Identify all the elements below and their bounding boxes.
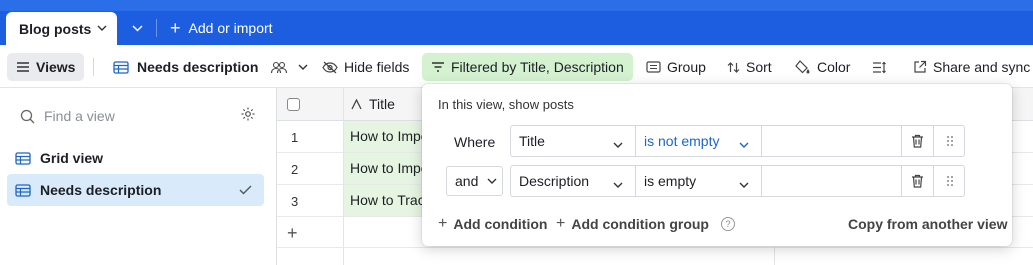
share-label: Share and sync: [933, 59, 1031, 75]
row-number: 3: [291, 194, 299, 209]
plus-icon: +: [556, 215, 566, 232]
table-tab-bar: Blog posts + Add or import: [0, 0, 1033, 45]
hide-fields-button[interactable]: Hide fields: [322, 53, 409, 81]
tab-label: Blog posts: [19, 20, 92, 37]
collaborators-icon: [270, 61, 288, 74]
field-value: Title: [519, 133, 545, 149]
find-view-placeholder: Find a view: [44, 108, 115, 124]
paint-bucket-icon: [795, 60, 811, 74]
chevron-down-icon: [298, 64, 308, 70]
current-view-button[interactable]: Needs description: [113, 53, 308, 81]
views-toggle-button[interactable]: Views: [7, 53, 85, 81]
find-view-search[interactable]: Find a view: [20, 106, 256, 126]
checkmark-icon: [239, 182, 252, 198]
hamburger-icon: [16, 61, 30, 73]
copy-from-label: Copy from another view: [848, 216, 1008, 232]
trash-icon[interactable]: [902, 166, 934, 196]
operator-value: is empty: [644, 173, 697, 189]
filter-icon: [431, 61, 445, 73]
filter-popover: In this view, show posts Where Title is …: [422, 84, 1012, 246]
current-view-label: Needs description: [137, 59, 259, 75]
field-select[interactable]: Description: [511, 166, 636, 196]
eye-slash-icon: [322, 61, 338, 74]
add-or-import-button[interactable]: + Add or import: [170, 16, 273, 40]
chevron-down-icon: [613, 175, 623, 191]
sort-label: Sort: [746, 59, 772, 75]
operator-select[interactable]: is not empty: [636, 126, 762, 156]
sidebar-item-grid-view[interactable]: Grid view: [7, 142, 264, 174]
text-field-icon: [351, 98, 362, 110]
view-toolbar: Views Needs description Hide fields Filt…: [0, 45, 1033, 88]
copy-from-another-view-button[interactable]: Copy from another view: [848, 214, 1007, 234]
where-label: Where: [454, 134, 496, 150]
drag-handle-icon[interactable]: [934, 126, 965, 156]
views-label: Views: [36, 59, 76, 75]
field-value: Description: [519, 173, 590, 189]
filter-label: Filtered by Title, Description: [451, 59, 624, 75]
divider: [156, 19, 157, 37]
add-condition-button[interactable]: + Add condition: [438, 214, 547, 234]
trash-icon[interactable]: [902, 126, 934, 156]
filter-condition-row: Title is not empty: [510, 125, 965, 157]
group-button[interactable]: Group: [646, 53, 706, 81]
group-label: Group: [667, 59, 706, 75]
conjunction-select[interactable]: and: [446, 166, 503, 196]
sidebar-item-needs-description[interactable]: Needs description: [7, 174, 264, 206]
row-number: 1: [291, 130, 299, 145]
column-header-label: Title: [369, 96, 395, 112]
search-icon: [20, 109, 35, 124]
color-label: Color: [817, 59, 851, 75]
chevron-down-icon: [739, 175, 749, 191]
tab-blog-posts[interactable]: Blog posts: [6, 12, 117, 45]
row-height-icon: [872, 61, 887, 74]
field-select[interactable]: Title: [511, 126, 636, 156]
add-import-label: Add or import: [188, 20, 273, 36]
add-record-button[interactable]: +: [287, 223, 298, 244]
plus-icon: +: [170, 18, 181, 38]
chevron-down-icon: [613, 135, 623, 151]
group-icon: [646, 61, 661, 73]
filter-heading: In this view, show posts: [438, 97, 574, 112]
chevron-down-icon: [739, 135, 749, 151]
chevron-down-icon[interactable]: [97, 23, 107, 34]
column-header-title[interactable]: Title: [351, 96, 395, 112]
operator-value: is not empty: [644, 133, 720, 149]
sort-icon: [727, 61, 740, 74]
operator-select[interactable]: is empty: [636, 166, 762, 196]
add-condition-group-button[interactable]: + Add condition group ?: [556, 214, 735, 234]
grid-view-icon: [15, 151, 31, 165]
add-condition-group-label: Add condition group: [571, 216, 709, 232]
share-icon: [913, 60, 927, 74]
help-icon[interactable]: ?: [720, 217, 735, 231]
value-input[interactable]: [762, 126, 902, 156]
filter-condition-row: Description is empty: [510, 165, 965, 197]
add-condition-label: Add condition: [453, 216, 548, 232]
views-sidebar: Find a view Grid view Needs description: [0, 88, 277, 265]
all-tables-chevron-icon[interactable]: [124, 16, 150, 40]
drag-handle-icon[interactable]: [934, 166, 965, 196]
chevron-down-icon: [487, 178, 497, 184]
share-and-sync-button[interactable]: Share and sync: [913, 53, 1030, 81]
plus-icon: +: [438, 215, 448, 232]
gear-icon[interactable]: [240, 106, 256, 122]
hide-fields-label: Hide fields: [344, 59, 410, 75]
row-number: 2: [291, 162, 299, 177]
conjunction-value: and: [455, 173, 479, 189]
sidebar-item-label: Needs description: [40, 182, 162, 198]
color-button[interactable]: Color: [795, 53, 850, 81]
select-all-checkbox[interactable]: [287, 98, 300, 111]
grid-view-icon: [15, 183, 31, 197]
filter-button[interactable]: Filtered by Title, Description: [422, 53, 633, 81]
toolbar-divider: [93, 58, 94, 76]
grid-view-icon: [113, 60, 129, 74]
value-input[interactable]: [762, 166, 902, 196]
row-height-button[interactable]: [872, 53, 887, 81]
app-header-strip: [0, 0, 1033, 11]
sort-button[interactable]: Sort: [727, 53, 772, 81]
sidebar-item-label: Grid view: [40, 150, 104, 166]
column-divider: [343, 88, 344, 265]
grid-footer-line: [277, 247, 1033, 248]
